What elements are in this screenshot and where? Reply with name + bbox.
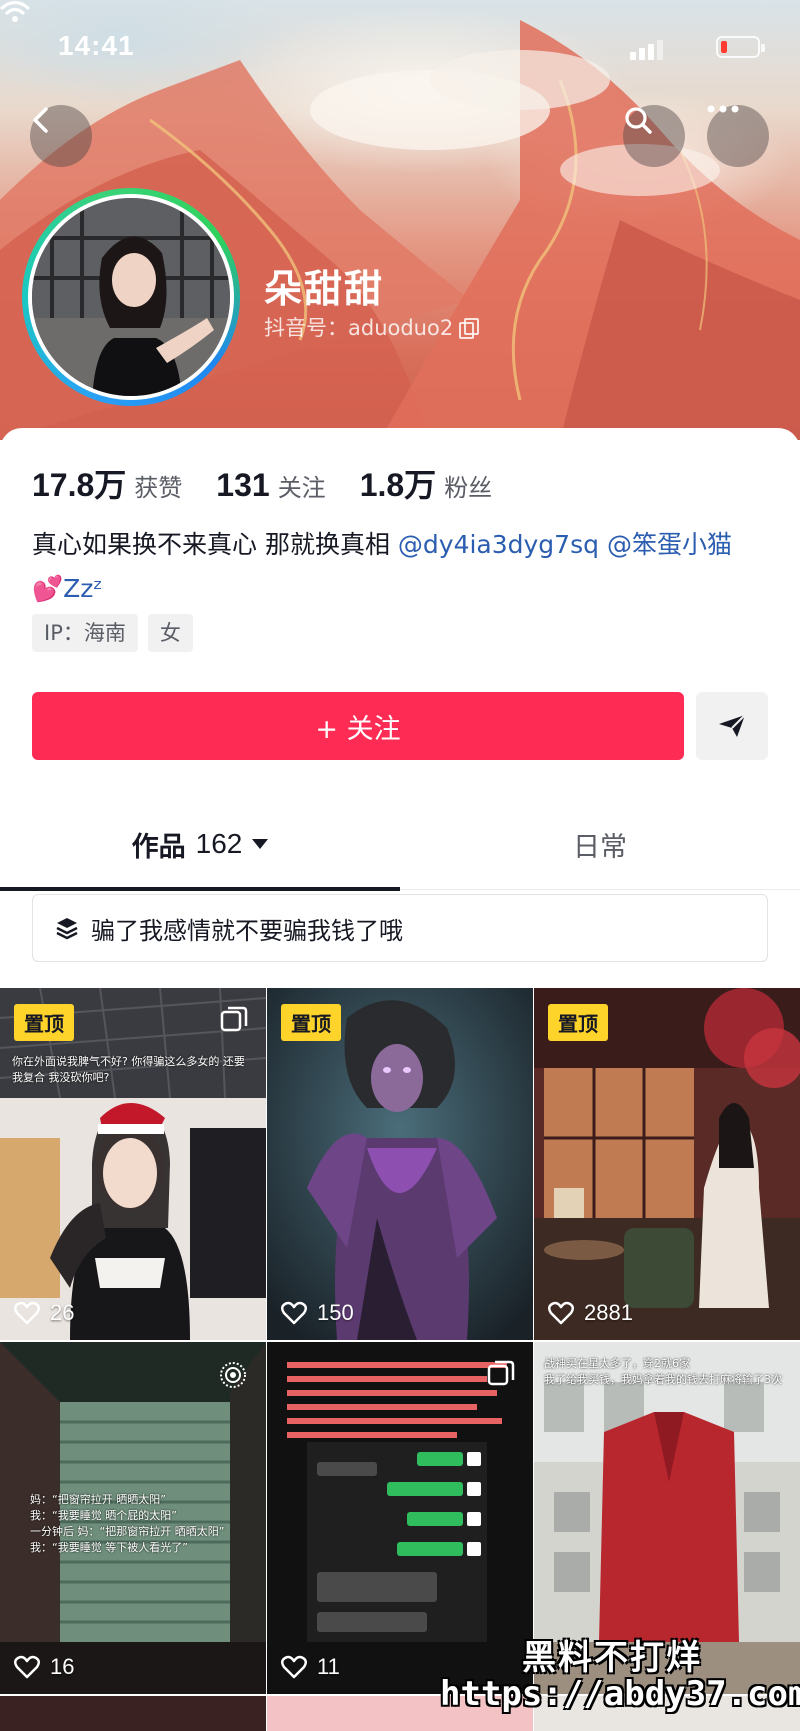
watermark-text: 黑料不打烊 bbox=[522, 1638, 702, 1678]
watermark-url: https://abdy37.com bbox=[440, 1674, 800, 1714]
heart-outline-icon bbox=[281, 1301, 307, 1325]
active-tab-indicator bbox=[0, 887, 400, 891]
send-icon bbox=[719, 714, 746, 737]
mention-link[interactable]: @笨蛋小猫 bbox=[607, 530, 732, 559]
more-options-button[interactable] bbox=[707, 105, 769, 167]
signal-icon bbox=[630, 38, 666, 60]
like-count: 2881 bbox=[548, 1300, 633, 1326]
like-count: 11 bbox=[281, 1654, 340, 1680]
stat-value: 1.8万 bbox=[359, 467, 437, 503]
bio-tail: Zzᶻ bbox=[63, 574, 103, 603]
watermark: 黑料不打烊 https://abdy37.com bbox=[440, 1630, 800, 1730]
multi-image-icon bbox=[487, 1360, 515, 1386]
avatar[interactable] bbox=[22, 188, 240, 406]
gender-tag: 女 bbox=[147, 614, 193, 652]
post-caption: 战神买在星太多了，穿2就6家 我了给我买钱，我妈拿着我的钱去打麻将输了3次 bbox=[544, 1357, 782, 1386]
battery-icon bbox=[716, 36, 765, 58]
heart-outline-icon bbox=[14, 1301, 40, 1325]
heart-outline-icon bbox=[548, 1301, 574, 1325]
profile-name: 朵甜甜 bbox=[264, 267, 385, 311]
pinned-badge: 置顶 bbox=[14, 1004, 74, 1041]
multi-image-icon bbox=[220, 1006, 248, 1032]
pinned-badge: 置顶 bbox=[281, 1004, 341, 1041]
status-bar: 14:41 bbox=[0, 0, 800, 96]
ip-location-tag: IP：海南 bbox=[32, 614, 138, 652]
tab-works[interactable]: 作品 162 bbox=[0, 798, 400, 890]
profile-tabs: 作品 162 日常 bbox=[0, 798, 800, 891]
profile-tags: IP：海南 女 bbox=[32, 614, 193, 652]
tab-works-count: 162 bbox=[195, 828, 243, 859]
caret-down-icon bbox=[252, 839, 269, 849]
heart-outline-icon bbox=[281, 1655, 307, 1679]
back-arrow-icon bbox=[33, 107, 48, 133]
stat-label: 粉丝 bbox=[444, 474, 493, 502]
tab-daily[interactable]: 日常 bbox=[400, 798, 800, 890]
status-time: 14:41 bbox=[58, 30, 135, 61]
live-photo-icon bbox=[220, 1362, 246, 1388]
follow-button[interactable]: + 关注 bbox=[32, 692, 684, 760]
search-icon bbox=[625, 107, 652, 134]
stat-label: 关注 bbox=[277, 474, 326, 502]
stat-label: 获赞 bbox=[134, 474, 183, 502]
stat-following[interactable]: 131 关注 bbox=[216, 467, 325, 504]
post-tile[interactable]: 置顶 150 bbox=[267, 988, 533, 1340]
more-dots-icon bbox=[707, 105, 739, 113]
pinned-badge: 置顶 bbox=[548, 1004, 608, 1041]
collection-banner[interactable]: 骗了我感情就不要骗我钱了哦 bbox=[32, 894, 768, 962]
like-count-value: 2881 bbox=[584, 1300, 633, 1325]
profile-banner: 14:41 朵甜甜 抖音号：aduoduo2 bbox=[0, 0, 800, 440]
heart-outline-icon bbox=[14, 1655, 40, 1679]
profile-stats: 17.8万 获赞 131 关注 1.8万 粉丝 bbox=[32, 460, 526, 506]
post-tile[interactable]: 置顶 2881 bbox=[534, 988, 800, 1340]
stat-followers[interactable]: 1.8万 粉丝 bbox=[360, 460, 493, 506]
share-button[interactable] bbox=[696, 692, 768, 760]
hearts-emoji: 💕 bbox=[32, 574, 64, 603]
copy-icon[interactable] bbox=[459, 318, 480, 339]
like-count: 26 bbox=[14, 1300, 74, 1326]
avatar-photo bbox=[28, 194, 234, 400]
layers-icon bbox=[56, 918, 78, 940]
wifi-icon bbox=[0, 0, 30, 22]
douyin-id[interactable]: 抖音号：aduoduo2 bbox=[264, 312, 480, 342]
stat-likes[interactable]: 17.8万 获赞 bbox=[32, 460, 182, 506]
collection-label: 骗了我感情就不要骗我钱了哦 bbox=[91, 916, 403, 945]
profile-card: 17.8万 获赞 131 关注 1.8万 粉丝 真心如果换不来真心 那就换真相 … bbox=[0, 428, 800, 1731]
post-tile[interactable]: 你在外面说我脾气不好? 你得骗这么多女的 还要我复合 我没砍你吧? 置顶 26 bbox=[0, 988, 266, 1340]
profile-bio: 真心如果换不来真心 那就换真相 @dy4ia3dyg7sq @笨蛋小猫 💕Zzᶻ bbox=[32, 523, 772, 611]
tab-works-label: 作品 bbox=[131, 831, 186, 863]
post-tile[interactable]: 妈：“把窗帘拉开 晒晒太阳” 我：“我要睡觉 晒个屁的太阳” 一分钟后 妈：“把… bbox=[0, 1342, 266, 1694]
post-caption: 妈：“把窗帘拉开 晒晒太阳” 我：“我要睡觉 晒个屁的太阳” 一分钟后 妈：“把… bbox=[30, 1493, 225, 1554]
bio-text: 真心如果换不来真心 那就换真相 bbox=[32, 530, 398, 559]
post-tile[interactable] bbox=[0, 1696, 266, 1731]
back-button[interactable] bbox=[30, 105, 92, 167]
follow-label: + 关注 bbox=[315, 713, 401, 745]
mention-link[interactable]: @dy4ia3dyg7sq bbox=[398, 530, 599, 559]
search-button[interactable] bbox=[623, 105, 685, 167]
like-count: 150 bbox=[281, 1300, 354, 1326]
like-count-value: 16 bbox=[50, 1654, 75, 1679]
like-count-value: 26 bbox=[50, 1300, 75, 1325]
post-caption: 你在外面说我脾气不好? 你得骗这么多女的 还要我复合 我没砍你吧? bbox=[12, 1055, 245, 1084]
like-count-value: 11 bbox=[317, 1654, 340, 1679]
tab-daily-label: 日常 bbox=[573, 831, 627, 863]
stat-value: 17.8万 bbox=[32, 467, 127, 503]
stat-value: 131 bbox=[216, 467, 270, 503]
like-count-value: 150 bbox=[317, 1300, 354, 1325]
like-count: 16 bbox=[14, 1654, 74, 1680]
douyin-id-text: 抖音号：aduoduo2 bbox=[264, 316, 454, 340]
